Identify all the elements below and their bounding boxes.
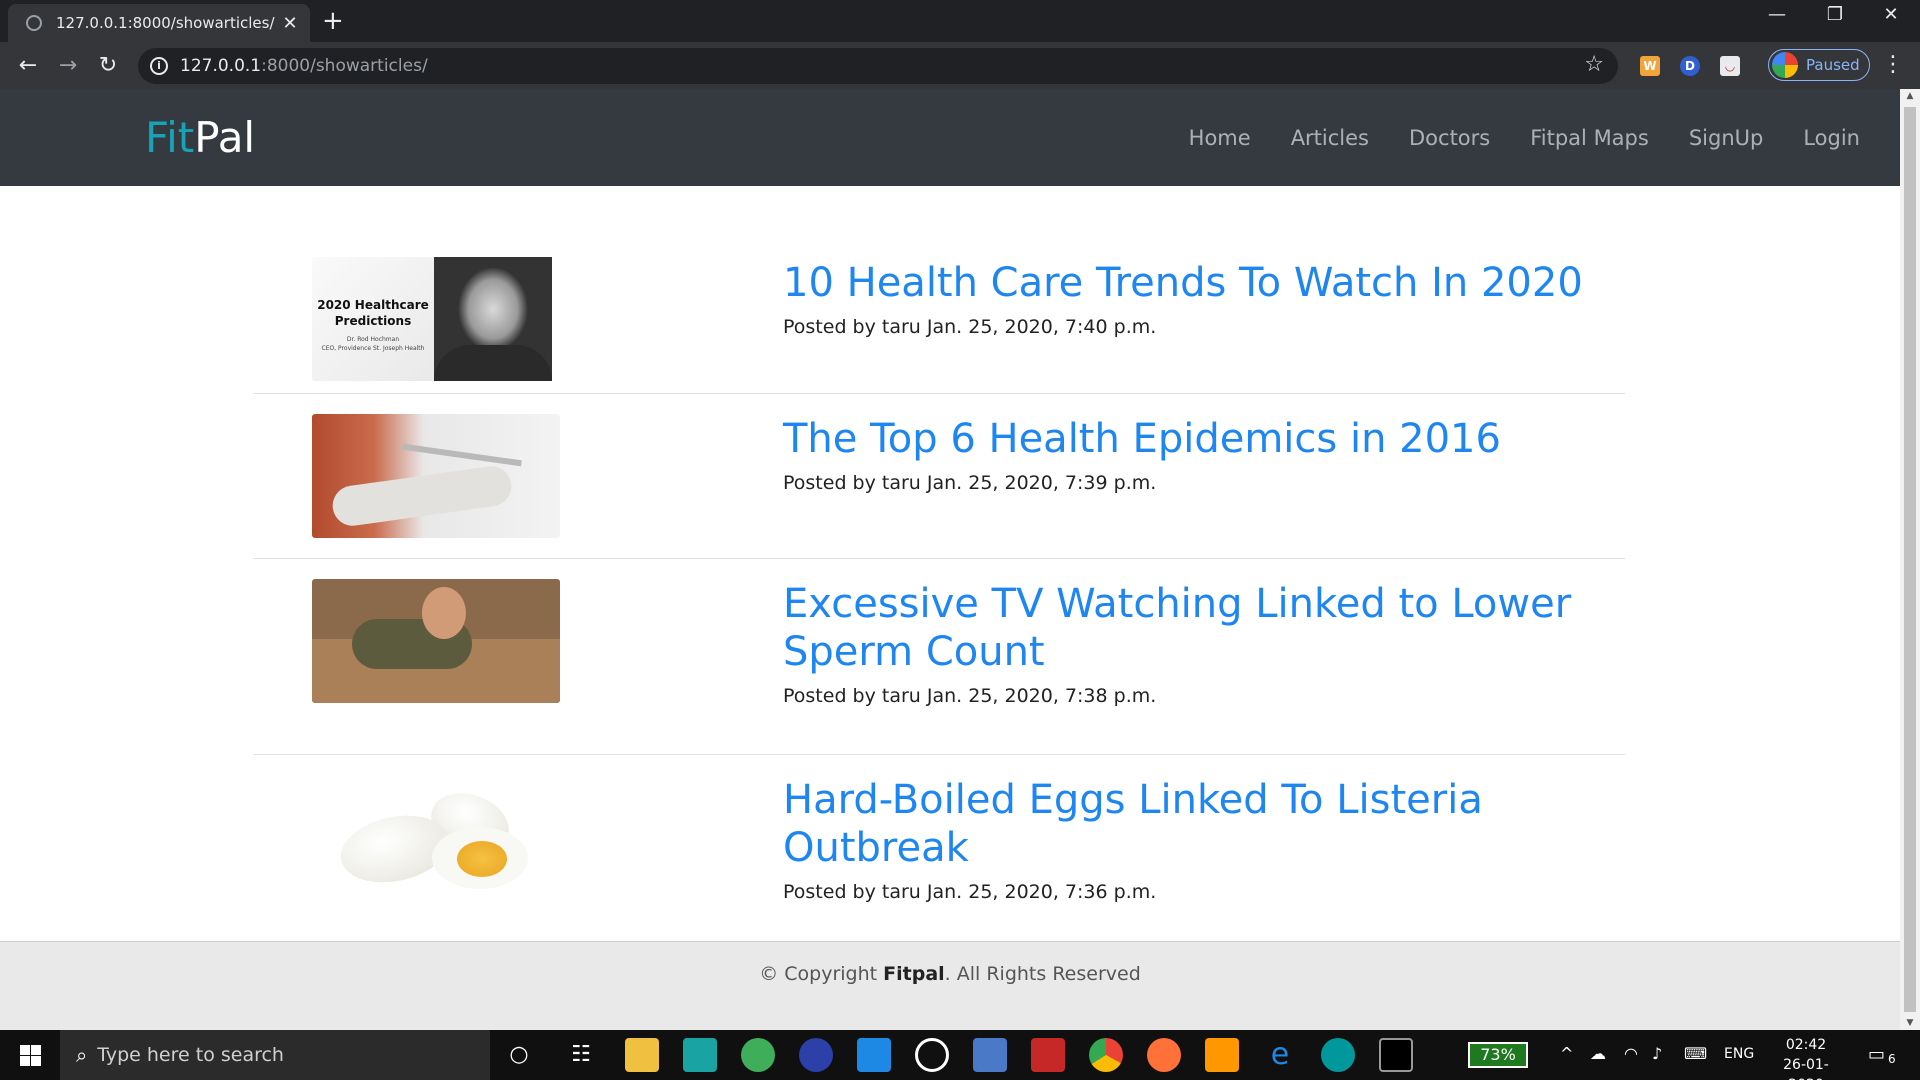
tab-title: 127.0.0.1:8000/showarticles/ bbox=[56, 14, 275, 32]
wifi-icon[interactable]: ◠ bbox=[1624, 1044, 1638, 1063]
file-explorer-icon[interactable] bbox=[625, 1038, 659, 1072]
footer-suffix: . All Rights Reserved bbox=[944, 963, 1141, 985]
notification-icon[interactable]: ▭ bbox=[1868, 1044, 1885, 1065]
notification-count: 6 bbox=[1888, 1052, 1896, 1066]
minimize-button[interactable]: — bbox=[1748, 4, 1806, 25]
list-item: The Top 6 Health Epidemics in 2016 Poste… bbox=[253, 394, 1625, 559]
article-title-link[interactable]: Excessive TV Watching Linked to Lower Sp… bbox=[783, 580, 1603, 676]
keyboard-icon[interactable]: ⌨ bbox=[1684, 1044, 1707, 1063]
thumb-caption-name: Dr. Rod Hochman bbox=[346, 336, 400, 343]
search-icon: ⌕ bbox=[76, 1043, 88, 1067]
media-player-icon[interactable] bbox=[683, 1038, 717, 1072]
brand-fit: Fit bbox=[145, 113, 195, 162]
back-arrow-icon[interactable]: ← bbox=[12, 50, 44, 82]
mcafee-icon[interactable] bbox=[1031, 1038, 1065, 1072]
list-item: 2020 Healthcare Predictions Dr. Rod Hoch… bbox=[253, 229, 1625, 394]
bookmark-star-icon[interactable]: ☆ bbox=[1584, 52, 1604, 77]
globe-icon bbox=[26, 15, 42, 31]
avatar bbox=[1772, 52, 1798, 78]
article-thumbnail[interactable] bbox=[312, 579, 560, 703]
scroll-down-icon[interactable]: ▼ bbox=[1900, 1018, 1920, 1028]
footer-prefix: © Copyright bbox=[759, 963, 884, 985]
nav-signup[interactable]: SignUp bbox=[1689, 126, 1764, 150]
nav-home[interactable]: Home bbox=[1189, 126, 1251, 150]
nav-fitpal-maps[interactable]: Fitpal Maps bbox=[1530, 126, 1649, 150]
taskbar-search-box[interactable]: ⌕ Type here to search bbox=[60, 1030, 490, 1080]
scroll-thumb[interactable] bbox=[1904, 107, 1916, 1012]
atom-app-icon[interactable] bbox=[741, 1038, 775, 1072]
task-view-icon[interactable]: ☷ bbox=[564, 1038, 598, 1072]
page-viewport: FitPal Home Articles Doctors Fitpal Maps… bbox=[0, 89, 1900, 1030]
forward-arrow-icon[interactable]: → bbox=[52, 50, 84, 82]
brand-pal: Pal bbox=[194, 113, 256, 162]
clock-time: 02:42 bbox=[1785, 1037, 1827, 1053]
clock[interactable]: 02:42 26-01-2020 bbox=[1766, 1035, 1846, 1080]
cloud-icon[interactable]: ☁ bbox=[1590, 1044, 1606, 1063]
article-meta: Posted by taru Jan. 25, 2020, 7:38 p.m. bbox=[783, 685, 1157, 707]
volume-icon[interactable]: ♪ bbox=[1652, 1044, 1662, 1063]
browser-tab[interactable]: 127.0.0.1:8000/showarticles/ ✕ bbox=[8, 4, 310, 42]
article-list: 2020 Healthcare Predictions Dr. Rod Hoch… bbox=[253, 229, 1625, 945]
site-navbar: FitPal Home Articles Doctors Fitpal Maps… bbox=[0, 89, 1900, 186]
profile-button[interactable]: Paused bbox=[1768, 49, 1870, 81]
sublime-text-icon[interactable] bbox=[1205, 1038, 1239, 1072]
article-title-link[interactable]: The Top 6 Health Epidemics in 2016 bbox=[783, 415, 1603, 463]
footer-brand: Fitpal bbox=[883, 963, 945, 985]
edge-icon[interactable]: e bbox=[1263, 1038, 1297, 1072]
l-app-icon[interactable] bbox=[857, 1038, 891, 1072]
browser-toolbar: ← → ↻ i 127.0.0.1:8000/showarticles/ ☆ W… bbox=[0, 42, 1920, 89]
article-meta: Posted by taru Jan. 25, 2020, 7:39 p.m. bbox=[783, 472, 1157, 494]
groove-icon[interactable] bbox=[915, 1038, 949, 1072]
app-icon[interactable] bbox=[799, 1038, 833, 1072]
battery-indicator[interactable]: 73% bbox=[1468, 1042, 1528, 1068]
nav-articles[interactable]: Articles bbox=[1291, 126, 1369, 150]
reload-icon[interactable]: ↻ bbox=[92, 50, 124, 82]
tab-close-button[interactable]: ✕ bbox=[278, 13, 302, 34]
url-host: 127.0.0.1 bbox=[180, 56, 262, 76]
article-thumbnail[interactable] bbox=[312, 775, 560, 899]
search-placeholder: Type here to search bbox=[97, 1044, 284, 1066]
windows-taskbar: ⌕ Type here to search ○ ☷ e 73% ^ ☁ ◠ ♪ … bbox=[0, 1030, 1920, 1080]
thumb-caption-title: CEO, Providence St. Joseph Health bbox=[321, 345, 425, 352]
list-item: Hard-Boiled Eggs Linked To Listeria Outb… bbox=[253, 755, 1625, 945]
chrome-icon[interactable] bbox=[1089, 1038, 1123, 1072]
article-meta: Posted by taru Jan. 25, 2020, 7:36 p.m. bbox=[783, 881, 1157, 903]
url-path: :8000/showarticles/ bbox=[261, 56, 428, 76]
extension-pocket-icon[interactable]: ◡ bbox=[1720, 56, 1740, 76]
terminal-icon[interactable] bbox=[1379, 1038, 1413, 1072]
browser-tab-strip: 127.0.0.1:8000/showarticles/ ✕ + — ❐ ✕ bbox=[0, 0, 1920, 42]
browser-menu-icon[interactable]: ⋮ bbox=[1882, 52, 1904, 77]
nav-doctors[interactable]: Doctors bbox=[1409, 126, 1490, 150]
firefox-icon[interactable] bbox=[1147, 1038, 1181, 1072]
chevron-up-icon[interactable]: ^ bbox=[1560, 1044, 1573, 1063]
clock-date: 26-01-2020 bbox=[1783, 1057, 1829, 1080]
scroll-up-icon[interactable]: ▲ bbox=[1900, 91, 1920, 101]
article-title-link[interactable]: Hard-Boiled Eggs Linked To Listeria Outb… bbox=[783, 776, 1603, 872]
nav-login[interactable]: Login bbox=[1803, 126, 1860, 150]
page-scrollbar[interactable]: ▲ ▼ bbox=[1900, 89, 1920, 1030]
extension-w-icon[interactable]: W bbox=[1640, 56, 1660, 76]
window-close-button[interactable]: ✕ bbox=[1862, 4, 1920, 25]
article-thumbnail[interactable]: 2020 Healthcare Predictions Dr. Rod Hoch… bbox=[312, 257, 560, 381]
address-bar[interactable]: i 127.0.0.1:8000/showarticles/ ☆ bbox=[138, 48, 1618, 84]
new-tab-button[interactable]: + bbox=[322, 6, 344, 36]
windows-start-icon[interactable] bbox=[0, 1030, 60, 1080]
article-thumbnail[interactable] bbox=[312, 414, 560, 538]
info-icon[interactable]: i bbox=[150, 57, 168, 75]
brand-logo[interactable]: FitPal bbox=[145, 113, 255, 162]
app-icon[interactable] bbox=[973, 1038, 1007, 1072]
thumb-heading: 2020 Healthcare Predictions bbox=[317, 298, 429, 328]
arduino-icon[interactable] bbox=[1321, 1038, 1355, 1072]
language-indicator[interactable]: ENG bbox=[1724, 1046, 1754, 1062]
article-title-link[interactable]: 10 Health Care Trends To Watch In 2020 bbox=[783, 259, 1603, 307]
profile-status: Paused bbox=[1806, 56, 1860, 74]
site-footer: © Copyright Fitpal. All Rights Reserved bbox=[0, 941, 1900, 1030]
restore-button[interactable]: ❐ bbox=[1806, 4, 1864, 25]
list-item: Excessive TV Watching Linked to Lower Sp… bbox=[253, 559, 1625, 755]
article-meta: Posted by taru Jan. 25, 2020, 7:40 p.m. bbox=[783, 316, 1157, 338]
extension-d-icon[interactable]: D bbox=[1680, 56, 1700, 76]
cortana-icon[interactable]: ○ bbox=[502, 1038, 536, 1072]
nav-links: Home Articles Doctors Fitpal Maps SignUp… bbox=[1149, 89, 1860, 186]
